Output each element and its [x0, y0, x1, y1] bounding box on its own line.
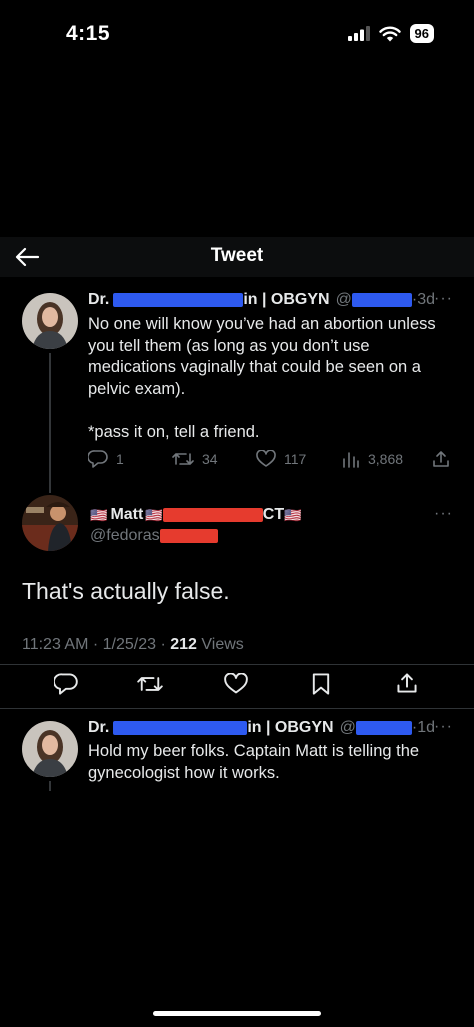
wifi-icon	[378, 26, 401, 41]
page-title: Tweet	[210, 245, 264, 266]
tweet-timestamp: 11:23 AM · 1/25/23 ·	[22, 636, 171, 653]
like-button[interactable]: 117	[256, 450, 306, 468]
like-icon	[256, 450, 276, 467]
focused-tweet-actions	[0, 672, 474, 696]
tweet-text: That's actually false.	[22, 578, 230, 604]
retweet-button[interactable]: 34	[172, 450, 218, 468]
like-count: 117	[284, 451, 307, 467]
status-icons: 96	[347, 24, 434, 43]
tweet-actions: 1 34 117 3,868	[88, 449, 452, 469]
author-name-prefix: Dr.	[88, 291, 110, 308]
tweet-text-line: No one will know you’ve had an abortion …	[88, 315, 436, 333]
views-button[interactable]: 3,868	[342, 450, 403, 468]
avatar[interactable]	[22, 293, 78, 349]
tweet-text: Hold my beer folks. Captain Matt is tell…	[88, 741, 419, 784]
redaction	[159, 529, 218, 543]
retweet-icon[interactable]	[137, 673, 163, 695]
more-icon[interactable]: ···	[434, 290, 453, 308]
like-icon[interactable]	[224, 673, 248, 695]
tweet-text-line: you tell them (as long as you don’t use	[88, 336, 370, 355]
author-name-suffix: in | OBGYN	[243, 291, 330, 308]
retweet-count: 34	[202, 451, 218, 467]
author-name-prefix: Dr.	[88, 719, 110, 736]
tweet-author[interactable]: Dr. in | OBGYN @ · 3d	[88, 291, 435, 309]
redaction	[162, 508, 263, 522]
redaction	[113, 293, 244, 307]
author-handle: @fedoras	[90, 527, 160, 544]
views-label: Views	[196, 636, 244, 653]
flag: 🇺🇸	[90, 506, 108, 523]
retweet-icon	[172, 453, 194, 465]
divider	[0, 664, 474, 665]
tweet-text-line: *pass it on, tell a friend.	[88, 422, 260, 441]
thread-line	[49, 781, 51, 791]
divider	[0, 708, 474, 709]
views-count: 212	[170, 636, 197, 653]
share-icon[interactable]	[396, 672, 418, 694]
more-icon[interactable]: ···	[434, 718, 453, 736]
tweet-text: No one will know you’ve had an abortion …	[88, 314, 436, 443]
more-icon[interactable]: ···	[434, 505, 453, 523]
bookmark-icon[interactable]	[311, 672, 331, 696]
flag: 🇺🇸	[284, 506, 302, 523]
reply-count: 1	[116, 451, 124, 467]
signal-icon	[347, 26, 370, 41]
redaction	[355, 721, 412, 735]
tweet-text-line: Hold my beer folks. Captain Matt is tell…	[88, 742, 420, 760]
home-indicator[interactable]	[153, 1011, 321, 1016]
redaction	[351, 293, 412, 307]
tweet-author[interactable]: Dr. in | OBGYN @ · 1d	[88, 719, 435, 737]
tweet-text-line: pelvic exam).	[88, 379, 186, 398]
author-handle-line: @fedoras	[90, 527, 218, 545]
share-icon	[433, 451, 449, 467]
tweet-meta: 11:23 AM · 1/25/23 · 212 Views	[22, 636, 244, 654]
tweet-author[interactable]: 🇺🇸 Matt 🇺🇸 CT 🇺🇸	[90, 506, 302, 524]
views-icon	[343, 452, 359, 468]
author-handle: @	[335, 291, 352, 308]
views-count: 3,868	[368, 451, 404, 467]
author-name-mid: CT	[262, 506, 285, 523]
reply-icon	[88, 450, 108, 468]
avatar[interactable]	[22, 495, 78, 551]
tweet-header: Tweet	[0, 237, 474, 277]
author-name: Matt	[110, 506, 144, 523]
thread-line	[49, 353, 51, 493]
tweet-time: 3d	[417, 291, 435, 308]
flag: 🇺🇸	[145, 506, 163, 523]
author-name-suffix: in | OBGYN	[247, 719, 334, 736]
status-time: 4:15	[66, 22, 111, 45]
redaction	[113, 721, 248, 735]
reply-icon[interactable]	[54, 672, 78, 696]
tweet-text-line: medications vaginally that could be seen…	[88, 358, 421, 376]
share-button[interactable]	[432, 450, 450, 468]
author-handle: @	[339, 719, 356, 736]
tweet-text-line: gynecologist how it works.	[88, 763, 280, 782]
reply-button[interactable]: 1	[88, 449, 124, 469]
tweet-time: 1d	[417, 719, 435, 736]
avatar[interactable]	[22, 721, 78, 777]
battery-icon: 96	[409, 24, 434, 43]
status-bar: 4:15 96	[0, 0, 474, 70]
